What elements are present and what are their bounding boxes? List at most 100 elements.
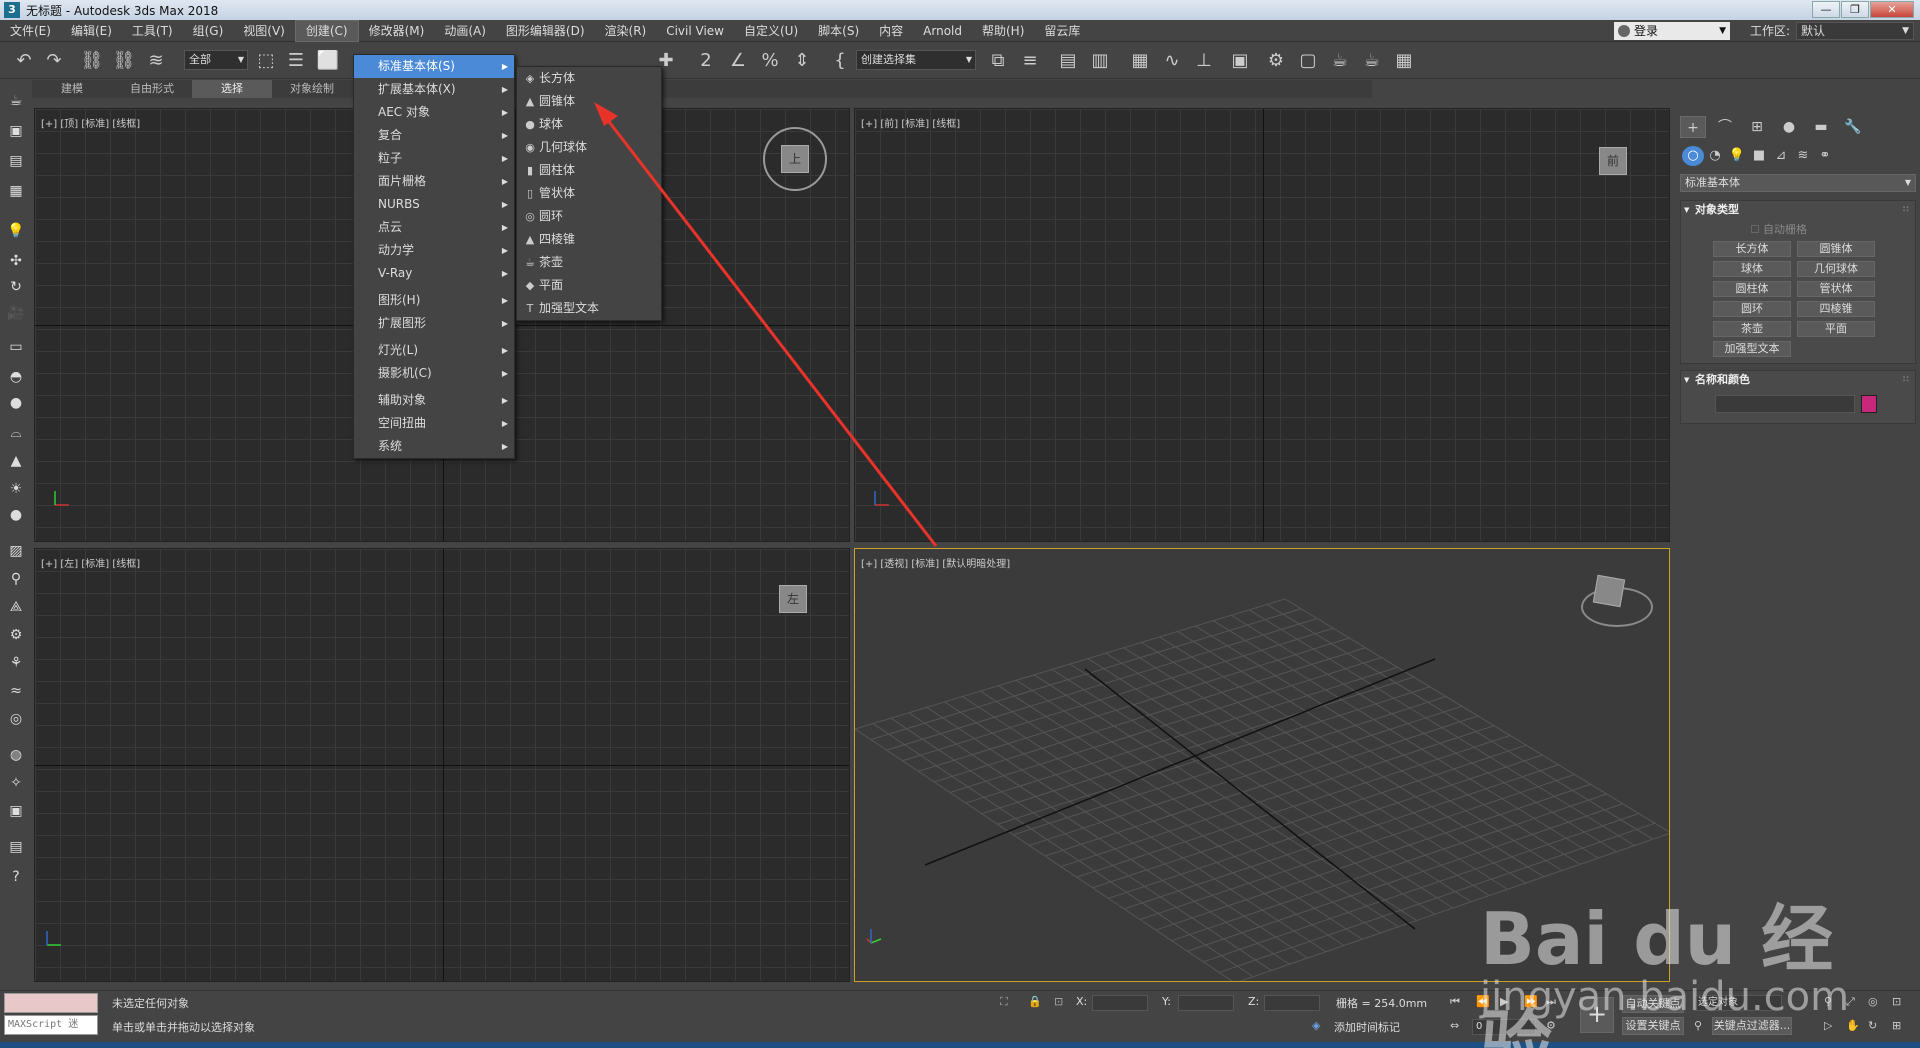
panel-icon[interactable]: ▤ (5, 150, 27, 172)
menu-vray[interactable]: V-Ray ▶ (354, 262, 514, 285)
menu-edit[interactable]: 编辑(E) (61, 20, 122, 42)
primitive-category-select[interactable]: 标准基本体 ▼ (1680, 174, 1916, 192)
menu-dynamics[interactable]: 动力学 ▶ (354, 239, 514, 262)
viewport-front[interactable]: [+] [前] [标准] [线框] 前 (854, 108, 1670, 542)
edit-named-selection-icon[interactable]: { (828, 49, 852, 73)
utilities-tab-icon[interactable]: 🔧 (1840, 116, 1866, 138)
maxscript-input[interactable]: MAXScript 迷 (4, 1015, 98, 1035)
submenu-cylinder[interactable]: ▮ 圆柱体 (517, 159, 661, 182)
menu-scripting[interactable]: 脚本(S) (808, 20, 869, 42)
menu-extended-shapes[interactable]: 扩展图形 ▶ (354, 312, 514, 335)
grass-icon[interactable]: ⚘ (5, 652, 27, 674)
menu-systems[interactable]: 系统 ▶ (354, 435, 514, 458)
sun-icon[interactable]: ☀ (5, 478, 27, 500)
object-color-swatch[interactable] (1861, 395, 1877, 413)
geometry-icon[interactable]: ○ (1682, 146, 1704, 166)
grid-panel-icon[interactable]: ▦ (5, 180, 27, 202)
menu-customize[interactable]: 自定义(U) (734, 20, 808, 42)
shapes-icon[interactable]: ◔ (1704, 146, 1726, 166)
menu-arnold[interactable]: Arnold (913, 20, 972, 42)
menu-lights[interactable]: 灯光(L) ▶ (354, 339, 514, 362)
menu-aec-objects[interactable]: AEC 对象 ▶ (354, 101, 514, 124)
menu-views[interactable]: 视图(V) (233, 20, 295, 42)
absolute-mode-icon[interactable]: ⊡ (1054, 995, 1063, 1008)
modify-tab-icon[interactable]: ⌒ (1712, 116, 1738, 138)
submenu-box[interactable]: ◈ 长方体 (517, 67, 661, 90)
schematic-view-icon[interactable]: ⊥ (1192, 49, 1216, 73)
restore-button[interactable]: ❐ (1841, 1, 1869, 18)
tab-freeform[interactable]: 自由形式 (112, 80, 192, 98)
helpers-icon[interactable]: ⊿ (1770, 146, 1792, 166)
sphere-button[interactable]: 球体 (1713, 261, 1791, 277)
bind-space-warp-icon[interactable]: ≋ (144, 49, 168, 73)
submenu-tube[interactable]: ▯ 管状体 (517, 182, 661, 205)
light-icon[interactable]: 💡 (5, 220, 27, 242)
ring-icon[interactable]: ◎ (5, 708, 27, 730)
submenu-cone[interactable]: ▲ 圆锥体 (517, 90, 661, 113)
viewport-left[interactable]: [+] [左] [标准] [线框] 左 (34, 548, 850, 982)
menu-helpers[interactable]: 辅助对象 ▶ (354, 389, 514, 412)
viewport-label[interactable]: [+] [顶] [标准] [线框] (41, 115, 140, 130)
menu-cameras[interactable]: 摄影机(C) ▶ (354, 362, 514, 385)
lock-icon[interactable]: 🔒 (1028, 995, 1042, 1008)
align-icon[interactable]: ≡ (1018, 49, 1042, 73)
menu-content[interactable]: 内容 (869, 20, 913, 42)
submenu-sphere[interactable]: ● 球体 (517, 113, 661, 136)
mirror-icon[interactable]: ⧉ (986, 49, 1010, 73)
viewcube[interactable]: 上 (781, 145, 809, 173)
menu-standard-primitives[interactable]: 标准基本体(S) ▶ (354, 55, 514, 78)
unlink-icon[interactable]: ⛓ (112, 49, 136, 73)
plane-icon[interactable]: ▭ (5, 336, 27, 358)
space-warps-icon[interactable]: ≋ (1792, 146, 1814, 166)
render-icon[interactable]: ▣ (5, 800, 27, 822)
snaps-toggle-icon[interactable]: 2 (694, 49, 718, 73)
login-dropdown[interactable]: 登录 ▼ (1614, 22, 1730, 40)
molecule-icon[interactable]: ⚲ (5, 568, 27, 590)
add-time-tag[interactable]: 添加时间标记 (1334, 1019, 1400, 1035)
x-coordinate-input[interactable] (1092, 995, 1148, 1011)
select-object-icon[interactable]: ⬚ (254, 49, 278, 73)
isolate-icon[interactable]: ⛶ (1000, 995, 1008, 1009)
menu-particles[interactable]: 粒子 ▶ (354, 147, 514, 170)
create-tab-icon[interactable]: + (1680, 116, 1706, 138)
menu-shapes[interactable]: 图形(H) ▶ (354, 289, 514, 312)
hf-icon[interactable]: ≈ (5, 680, 27, 702)
frame-icon[interactable]: ▣ (5, 120, 27, 142)
tab-selection[interactable]: 选择 (192, 80, 272, 98)
selection-filter-select[interactable]: 全部 ▼ (184, 50, 248, 70)
render-setup-icon[interactable]: ⚙ (1264, 49, 1288, 73)
menu-compound[interactable]: 复合 ▶ (354, 124, 514, 147)
systems-icon[interactable]: ⚭ (1814, 146, 1836, 166)
layer-explorer-icon[interactable]: ▥ (1088, 49, 1112, 73)
settings-icon[interactable]: ▤ (5, 836, 27, 858)
angle-snap-icon[interactable]: ∠ (726, 49, 750, 73)
menu-rendering[interactable]: 渲染(R) (595, 20, 657, 42)
menu-point-cloud[interactable]: 点云 ▶ (354, 216, 514, 239)
key-mode-icon[interactable]: ⇔ (1450, 1019, 1459, 1032)
display-tab-icon[interactable]: ▬ (1808, 116, 1834, 138)
teapot-icon[interactable]: ☕ (5, 90, 27, 112)
material-editor-icon[interactable]: ▣ (1228, 49, 1252, 73)
dome-icon[interactable]: ◓ (5, 366, 27, 388)
menu-tools[interactable]: 工具(T) (122, 20, 183, 42)
helmet-icon[interactable]: ⌓ (5, 422, 27, 444)
viewcube[interactable] (1592, 574, 1626, 608)
spinner-snap-icon[interactable]: ⇕ (790, 49, 814, 73)
cameras-icon[interactable]: ■ (1748, 146, 1770, 166)
geosphere-button[interactable]: 几何球体 (1797, 261, 1875, 277)
tube-button[interactable]: 管状体 (1797, 281, 1875, 297)
hierarchy-tab-icon[interactable]: ⊞ (1744, 116, 1770, 138)
sphere-gold-icon[interactable]: ● (5, 504, 27, 526)
select-by-name-icon[interactable]: ☰ (284, 49, 308, 73)
menu-nurbs[interactable]: NURBS ▶ (354, 193, 514, 216)
menu-space-warps[interactable]: 空间扭曲 ▶ (354, 412, 514, 435)
submenu-teapot[interactable]: ☕ 茶壶 (517, 251, 661, 274)
menu-civil-view[interactable]: Civil View (656, 20, 734, 42)
menu-create[interactable]: 创建(C) (294, 19, 359, 42)
autogrid-checkbox[interactable]: 自动栅格 (1751, 221, 1807, 237)
gear-icon[interactable]: ⚙ (5, 624, 27, 646)
camera-icon[interactable]: 🎥 (5, 302, 27, 324)
particle-icon[interactable]: ✧ (5, 772, 27, 794)
render-production-icon[interactable]: ☕ (1328, 49, 1352, 73)
scene-explorer-icon[interactable]: ▤ (1056, 49, 1080, 73)
